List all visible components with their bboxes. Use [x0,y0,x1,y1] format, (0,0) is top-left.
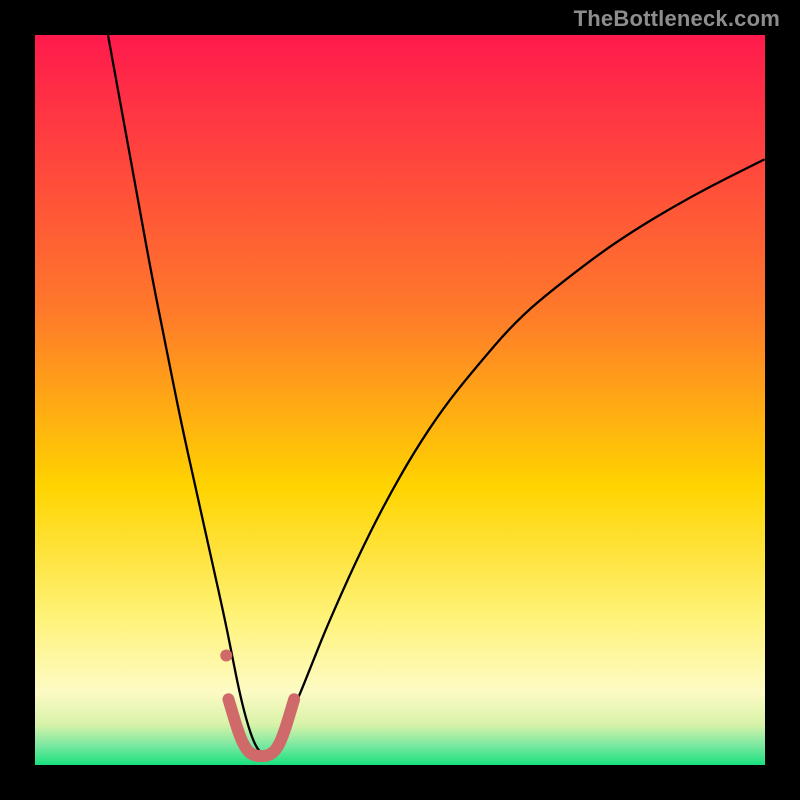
highlight-dot-left [220,650,232,662]
bottleneck-curve [108,35,765,754]
plot-area [35,35,765,765]
curve-layer [35,35,765,765]
chart-frame: TheBottleneck.com [0,0,800,800]
highlight-band [228,699,294,756]
watermark-text: TheBottleneck.com [574,6,780,32]
